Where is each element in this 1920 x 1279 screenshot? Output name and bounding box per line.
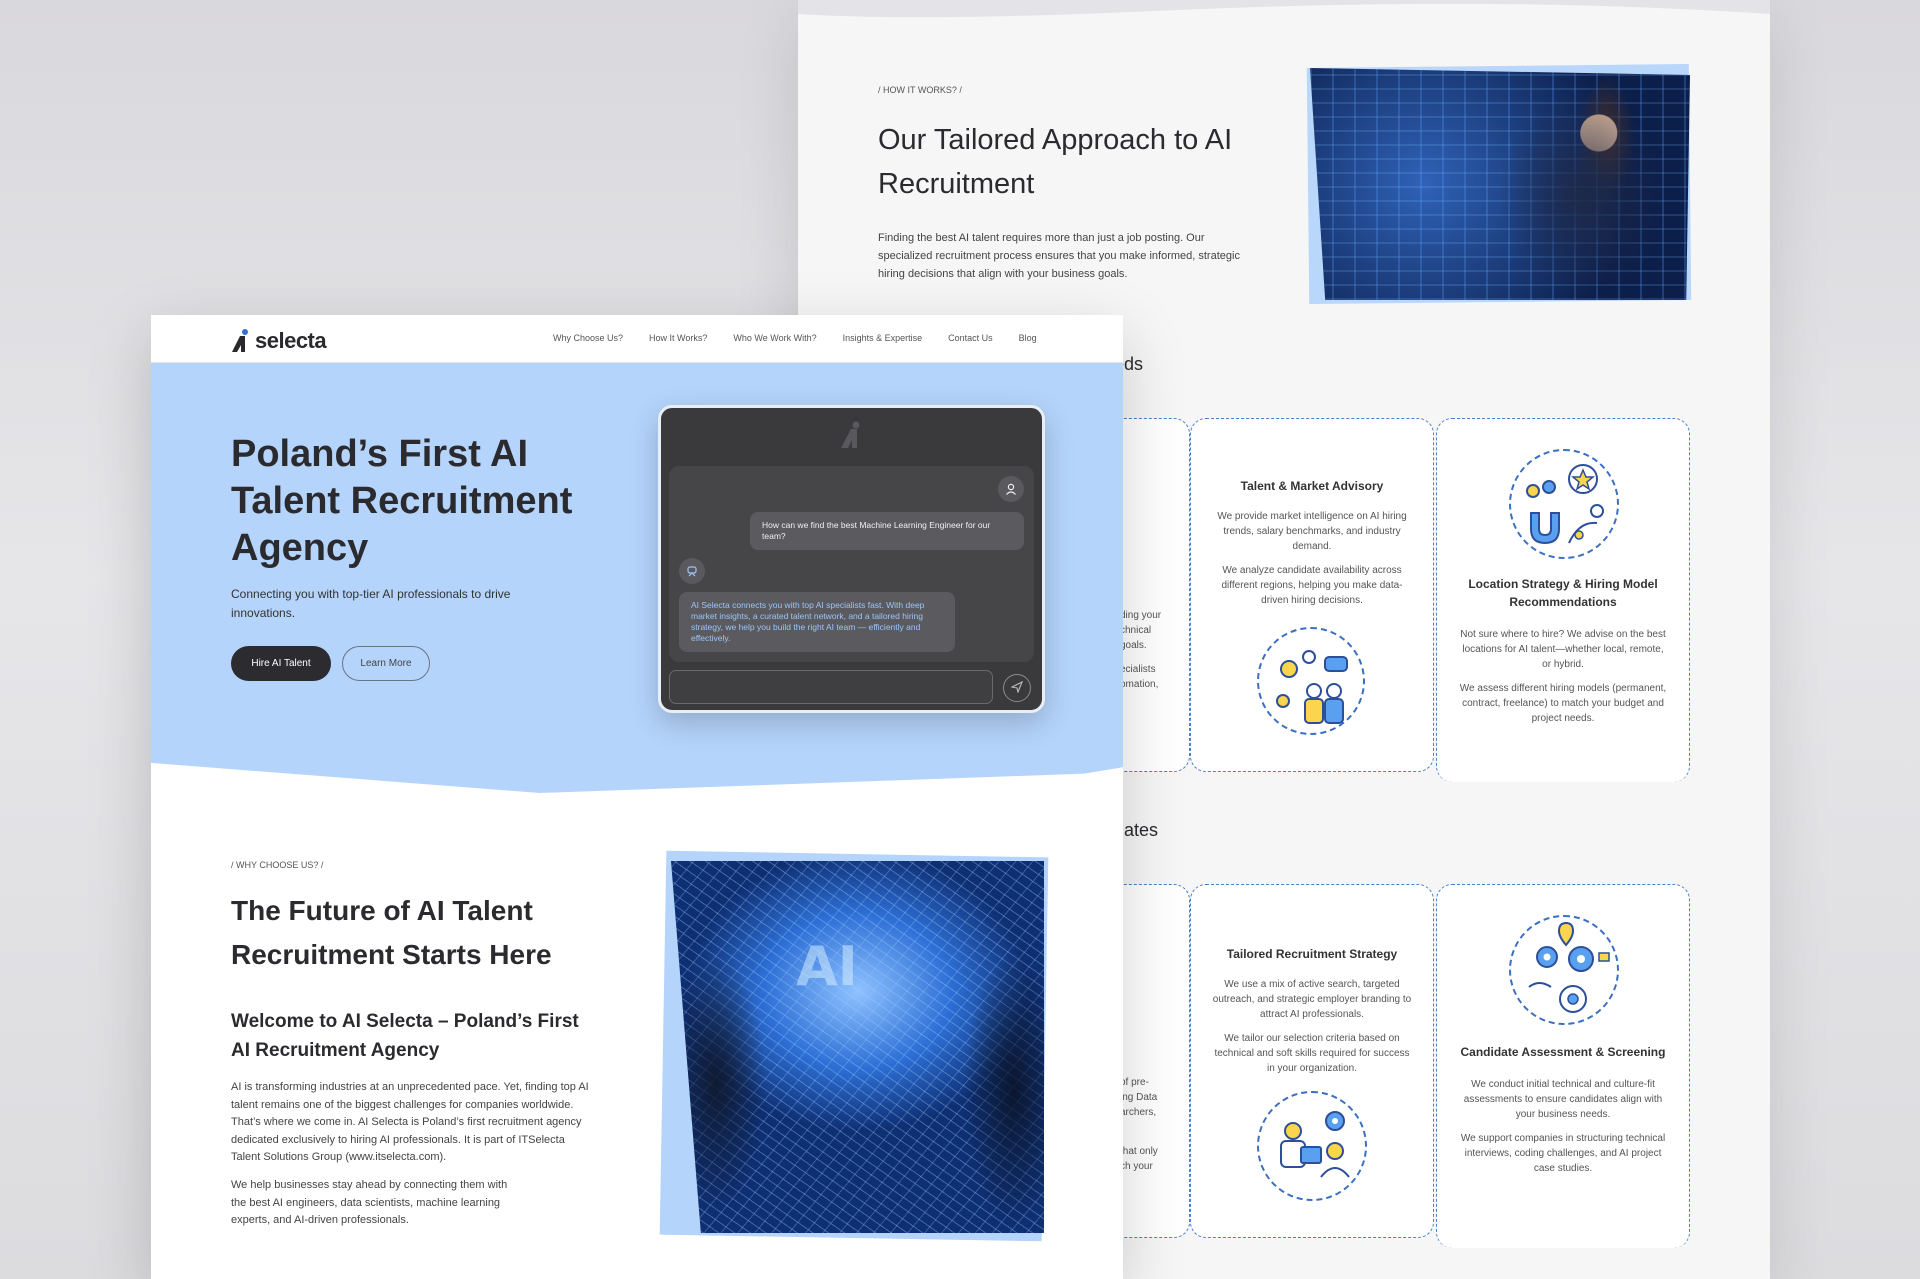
talent-magnet-icon <box>1509 449 1619 559</box>
how-it-works-text: Finding the best AI talent requires more… <box>878 232 1240 280</box>
card-text: Not sure where to hire? We advise on the… <box>1460 629 1666 670</box>
why-title: The Future of AI Talent Recruitment Star… <box>231 895 552 970</box>
card-text: We provide market intelligence on AI hir… <box>1217 511 1407 552</box>
recruiter-settings-icon <box>1257 1091 1367 1201</box>
woman-touching-screen-photo <box>1310 68 1690 300</box>
user-message: How can we find the best Machine Learnin… <box>750 512 1024 550</box>
card-text-fragment: ing Data <box>1120 1092 1158 1103</box>
hero-title: Poland’s First AI Talent Recruitment Age… <box>231 433 573 569</box>
card-title: Candidate Assessment & Screening <box>1460 1045 1666 1059</box>
learn-more-button[interactable]: Learn More <box>342 646 430 681</box>
card-text: We tailor our selection criteria based o… <box>1214 1033 1410 1074</box>
card-text-fragment: ch your <box>1120 1161 1153 1172</box>
send-button[interactable] <box>1003 674 1031 702</box>
logo-text: selecta <box>255 328 327 353</box>
card-text-fragment: ecialists <box>1120 664 1156 675</box>
user-avatar-icon <box>998 476 1024 502</box>
nav-why-choose-us[interactable]: Why Choose Us? <box>553 333 623 343</box>
nav-who-we-work-with[interactable]: Who We Work With? <box>733 333 816 343</box>
hero-subtitle: Connecting you with top-tier AI professi… <box>231 587 511 620</box>
ai-brain-photo <box>671 861 1044 1233</box>
card-title: Tailored Recruitment Strategy <box>1226 947 1398 961</box>
card-title: Talent & Market Advisory <box>1240 479 1384 493</box>
service-card-talent-market-advisory: Talent & Market Advisory We provide mark… <box>1190 418 1434 772</box>
top-navbar: selecta Why Choose Us? How It Works? Who… <box>151 315 1123 363</box>
card-text: We conduct initial technical and culture… <box>1463 1079 1663 1120</box>
service-card-tailored-recruitment: Tailored Recruitment Strategy We use a m… <box>1190 884 1434 1238</box>
service-card-candidate-assessment: Candidate Assessment & Screening We cond… <box>1436 884 1690 1248</box>
nav-insights-expertise[interactable]: Insights & Expertise <box>843 333 923 343</box>
chat-input[interactable] <box>669 670 993 704</box>
card-text-fragment: ding your <box>1120 610 1162 621</box>
hire-ai-talent-button[interactable]: Hire AI Talent <box>231 646 331 681</box>
send-icon <box>1010 680 1024 696</box>
bot-avatar-icon <box>679 558 705 584</box>
why-choose-us-label: / WHY CHOOSE US? / <box>231 860 324 870</box>
front-page: Poland’s First AI Talent Recruitment Age… <box>151 315 1123 1279</box>
why-paragraph: We help businesses stay ahead by connect… <box>231 1179 508 1226</box>
nav-links: Why Choose Us? How It Works? Who We Work… <box>553 333 1037 343</box>
chat-logo-icon <box>839 421 865 454</box>
nav-contact-us[interactable]: Contact Us <box>948 333 993 343</box>
why-paragraph: AI is transforming industries at an unpr… <box>231 1081 589 1163</box>
logo-mark-icon <box>231 329 251 353</box>
how-it-works-title: Our Tailored Approach to AI Recruitment <box>878 124 1233 200</box>
card-text: We use a mix of active search, targeted … <box>1212 979 1412 1020</box>
team-analysis-icon <box>1257 627 1365 735</box>
bot-message: AI Selecta connects you with top AI spec… <box>679 592 955 652</box>
gears-eye-icon <box>1509 915 1619 1025</box>
card-text-fragment: chnical <box>1120 625 1152 636</box>
card-title: Location Strategy & Hiring Model Recomme… <box>1468 577 1658 609</box>
why-subtitle: Welcome to AI Selecta – Poland’s First A… <box>231 1011 579 1061</box>
card-text: We support companies in structuring tech… <box>1460 1133 1666 1174</box>
logo[interactable]: selecta <box>231 328 327 354</box>
card-text: We analyze candidate availability across… <box>1221 565 1403 606</box>
hero-section: Poland’s First AI Talent Recruitment Age… <box>151 363 1123 793</box>
card-text-fragment: that only <box>1120 1146 1158 1157</box>
how-it-works-label: / HOW IT WORKS? / <box>878 85 962 95</box>
card-text-fragment: omation, <box>1120 679 1159 690</box>
top-wave-shape <box>798 0 1770 18</box>
chat-widget: How can we find the best Machine Learnin… <box>658 405 1045 713</box>
nav-how-it-works[interactable]: How It Works? <box>649 333 707 343</box>
chat-header <box>661 408 1042 466</box>
chat-messages: How can we find the best Machine Learnin… <box>669 466 1034 662</box>
card-text-fragment: of pre- <box>1120 1077 1149 1088</box>
ai-photo-text: AI <box>796 935 858 998</box>
card-text-fragment: archers, <box>1120 1107 1157 1118</box>
card-text: We assess different hiring models (perma… <box>1459 683 1667 724</box>
card-text-fragment: goals. <box>1120 640 1147 651</box>
service-card-location-strategy: Location Strategy & Hiring Model Recomme… <box>1436 418 1690 782</box>
nav-blog[interactable]: Blog <box>1019 333 1037 343</box>
